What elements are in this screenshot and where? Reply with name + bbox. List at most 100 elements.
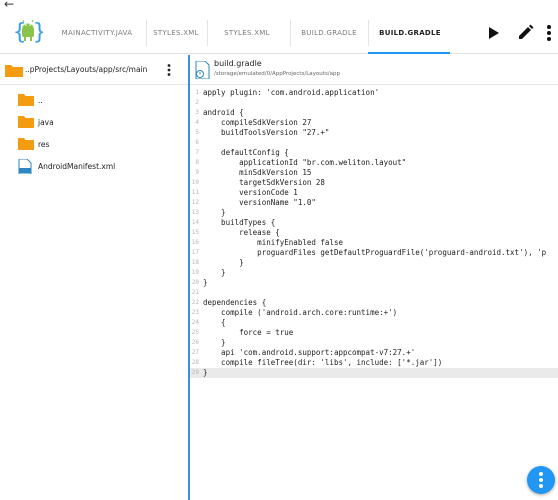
file-item-label: res [38,140,50,149]
line-number: 14 [191,219,199,226]
code-line[interactable]: 5 buildToolsVersion "27.+" [190,128,558,138]
tab-mainactivity-java[interactable]: MAINACTIVITY.JAVA [52,12,142,54]
code-text: } [203,258,244,267]
code-line[interactable]: 22 dependencies { [190,298,558,308]
code-line[interactable]: 9 minSdkVersion 15 [190,168,558,178]
line-number: 1 [195,89,199,96]
code-line[interactable]: 3 android { [190,108,558,118]
app-logo-icon: { } [13,19,43,45]
code-text: } [203,368,208,377]
code-text: api 'com.android.support:appcompat-v7:27… [203,348,416,357]
code-line[interactable]: 16 minifyEnabled false [190,238,558,248]
back-arrow-icon[interactable]: ← [4,0,14,11]
file-item-label: AndroidManifest.xml [38,162,116,171]
editor-file-path: /storage/emulated/0/AppProjects/Layouts/… [214,71,341,77]
line-number: 12 [191,199,199,206]
code-line[interactable]: 18 } [190,258,558,268]
line-number: 6 [195,139,199,146]
tab-divider [368,20,369,46]
code-line[interactable]: 13 } [190,208,558,218]
code-line[interactable]: 20} [190,278,558,288]
file-item-parent[interactable]: .. [0,90,188,112]
code-line[interactable]: 15 release { [190,228,558,238]
code-line[interactable]: 6 [190,138,558,148]
code-text: compile fileTree(dir: 'libs', include: [… [203,358,443,367]
path-more-vertical-icon[interactable] [166,63,172,77]
line-number: 23 [191,309,199,316]
editor-toolbar: { } MAINACTIVITY.JAVA STYLES.XML STYLES.… [0,12,558,54]
code-line[interactable]: 8 applicationId "br.com.weliton.layout" [190,158,558,168]
code-text: targetSdkVersion 28 [203,178,325,187]
file-item-androidmanifest[interactable]: AndroidManifest.xml [0,156,188,178]
code-text: buildToolsVersion "27.+" [203,128,330,137]
code-line[interactable]: 1 apply plugin: 'com.android.application' [190,88,558,98]
folder-icon [18,116,34,128]
code-text: proguardFiles getDefaultProguardFile('pr… [203,248,547,257]
line-number: 15 [191,229,199,236]
code-text: minifyEnabled false [203,238,343,247]
tab-divider [207,20,208,46]
line-number: 25 [191,329,199,336]
line-number: 10 [191,179,199,186]
line-number: 2 [195,99,199,106]
svg-text:}: } [33,20,43,45]
pencil-icon[interactable] [514,22,536,44]
code-line[interactable]: 24 { [190,318,558,328]
code-editor[interactable]: 1 apply plugin: 'com.android.application'… [190,88,558,500]
code-line[interactable]: 12 versionName "1.0" [190,198,558,208]
line-number: 8 [195,159,199,166]
tab-build-gradle-2[interactable]: BUILD.GRADLE [370,12,450,54]
line-number: 9 [195,169,199,176]
xml-file-icon [18,159,32,174]
code-line[interactable]: 19 } [190,268,558,278]
file-list: .. java res AndroidManifest.xml [0,90,188,178]
code-text: release { [203,228,280,237]
play-icon[interactable] [482,22,504,44]
code-text: versionName "1.0" [203,198,316,207]
code-line[interactable]: 11 versionCode 1 [190,188,558,198]
code-line[interactable]: 23 compile ('android.arch.core:runtime:+… [190,308,558,318]
code-line[interactable]: 21 [190,288,558,298]
line-number: 18 [191,259,199,266]
code-line[interactable]: 7 defaultConfig { [190,148,558,158]
code-line[interactable]: 14 buildTypes { [190,218,558,228]
line-number: 5 [195,129,199,136]
code-line[interactable]: 25 force = true [190,328,558,338]
code-line[interactable]: 17 proguardFiles getDefaultProguardFile(… [190,248,558,258]
folder-icon [5,65,23,77]
line-number: 3 [195,109,199,116]
line-number: 19 [191,269,199,276]
code-line[interactable]: 26 } [190,338,558,348]
tab-build-gradle-1[interactable]: BUILD.GRADLE [292,12,366,54]
line-number: 27 [191,349,199,356]
line-number: 28 [191,359,199,366]
code-text: force = true [203,328,294,337]
code-text: buildTypes { [203,218,276,227]
tab-styles-xml-1[interactable]: STYLES.XML [148,12,204,54]
code-line[interactable]: 29} [190,368,558,378]
line-number: 26 [191,339,199,346]
fab-more-button[interactable] [527,466,555,494]
code-line[interactable]: 4 compileSdkVersion 27 [190,118,558,128]
code-line[interactable]: 27 api 'com.android.support:appcompat-v7… [190,348,558,358]
folder-icon [18,94,34,106]
window-top-strip: ← [0,0,558,12]
line-number: 17 [191,249,199,256]
file-item-res[interactable]: res [0,134,188,156]
line-number: 13 [191,209,199,216]
file-item-java[interactable]: java [0,112,188,134]
code-text: } [203,338,226,347]
tab-styles-xml-2[interactable]: STYLES.XML [212,12,282,54]
code-line[interactable]: 10 targetSdkVersion 28 [190,178,558,188]
code-line[interactable]: 28 compile fileTree(dir: 'libs', include… [190,358,558,368]
folder-icon [18,138,34,150]
more-vertical-icon[interactable] [542,22,556,44]
tab-divider [290,20,291,46]
code-text: } [203,208,226,217]
code-text: android { [203,108,244,117]
line-number: 16 [191,239,199,246]
code-line[interactable]: 2 [190,98,558,108]
tab-divider [146,20,147,46]
file-browser-pane: ..pProjects/Layouts/app/src/main .. java… [0,55,188,500]
line-number: 29 [191,369,199,376]
